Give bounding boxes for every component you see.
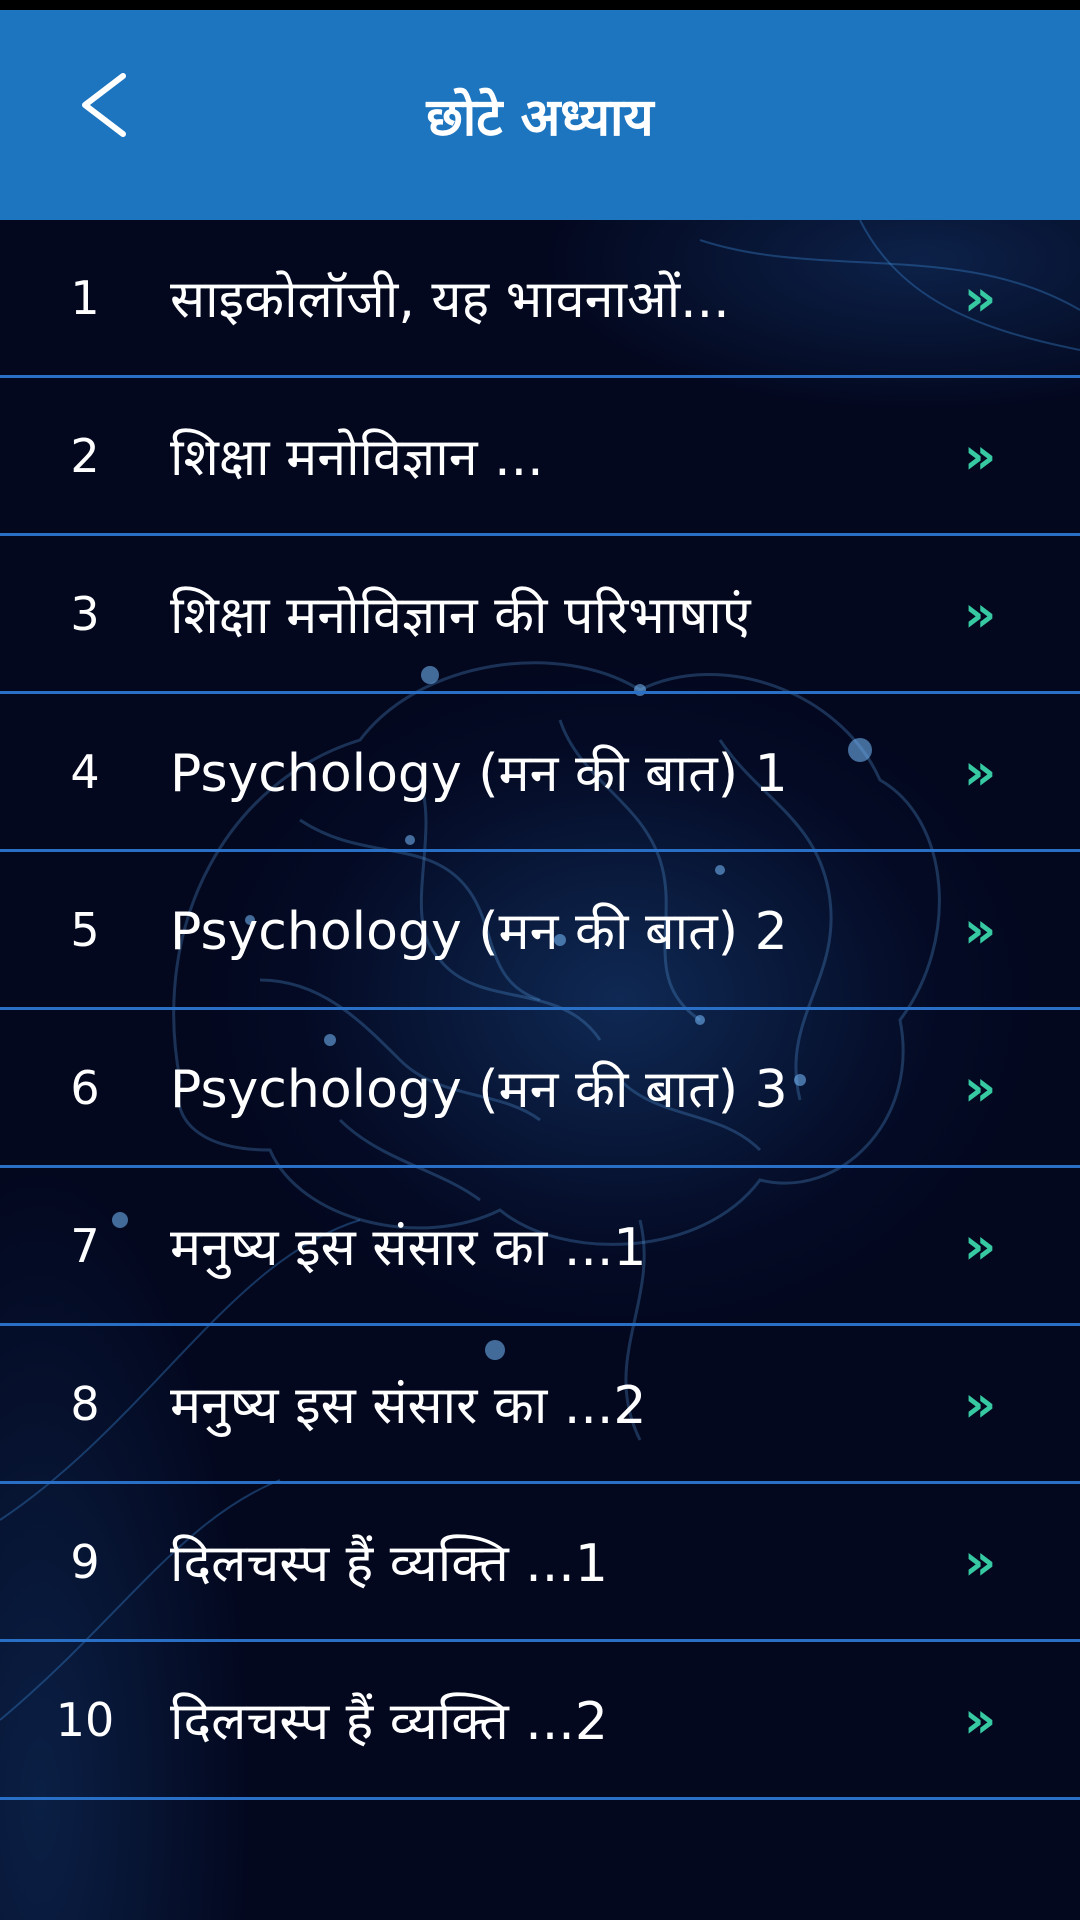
chapter-title: दिलचस्प हैं व्यक्ति ...1 xyxy=(170,1534,608,1594)
double-chevron-right-icon: » xyxy=(963,1216,997,1275)
chapter-title: शिक्षा मनोविज्ञान की परिभाषाएं xyxy=(170,586,751,646)
chapter-number: 5 xyxy=(70,902,100,957)
double-chevron-right-icon: » xyxy=(963,268,997,327)
chapter-title: दिलचस्प हैं व्यक्ति ...2 xyxy=(170,1692,608,1752)
double-chevron-right-icon: » xyxy=(963,1532,997,1591)
chapter-number: 7 xyxy=(70,1218,100,1273)
chapter-title: मनुष्य इस संसार का ...1 xyxy=(170,1218,647,1278)
chapter-number: 10 xyxy=(55,1692,115,1747)
chapter-title: Psychology (मन की बात) 2 xyxy=(170,902,788,962)
app-bar xyxy=(0,10,1080,220)
chapter-number: 8 xyxy=(70,1376,100,1431)
back-button[interactable] xyxy=(60,60,150,150)
chapter-number: 9 xyxy=(70,1534,100,1589)
list-item[interactable]: 2 शिक्षा मनोविज्ञान ... » xyxy=(0,378,1080,536)
double-chevron-right-icon: » xyxy=(963,584,997,643)
chapter-list: 1 साइकोलॉजी, यह भावनाओं... » 2 शिक्षा मन… xyxy=(0,220,1080,1920)
list-item[interactable]: 10 दिलचस्प हैं व्यक्ति ...2 » xyxy=(0,1642,1080,1800)
double-chevron-right-icon: » xyxy=(963,1058,997,1117)
list-item[interactable]: 3 शिक्षा मनोविज्ञान की परिभाषाएं » xyxy=(0,536,1080,694)
list-item[interactable]: 7 मनुष्य इस संसार का ...1 » xyxy=(0,1168,1080,1326)
double-chevron-right-icon: » xyxy=(963,742,997,801)
chapter-title: शिक्षा मनोविज्ञान ... xyxy=(170,428,544,488)
chapter-title: Psychology (मन की बात) 1 xyxy=(170,744,788,804)
chapter-title: साइकोलॉजी, यह भावनाओं... xyxy=(170,270,730,330)
chapter-number: 3 xyxy=(70,586,100,641)
list-item[interactable]: 6 Psychology (मन की बात) 3 » xyxy=(0,1010,1080,1168)
double-chevron-right-icon: » xyxy=(963,1374,997,1433)
chapter-title: Psychology (मन की बात) 3 xyxy=(170,1060,788,1120)
chapter-number: 2 xyxy=(70,428,100,483)
back-arrow-icon xyxy=(82,73,126,137)
double-chevron-right-icon: » xyxy=(963,900,997,959)
chapter-number: 4 xyxy=(70,744,100,799)
list-item[interactable]: 1 साइकोलॉजी, यह भावनाओं... » xyxy=(0,220,1080,378)
chapter-number: 1 xyxy=(70,270,100,325)
chapter-number: 6 xyxy=(70,1060,100,1115)
screen: छोटे अध्याय 1 साइकोलॉजी, यह भावनाओं... »… xyxy=(0,0,1080,1920)
list-item[interactable]: 5 Psychology (मन की बात) 2 » xyxy=(0,852,1080,1010)
status-bar xyxy=(0,0,1080,10)
chapter-title: मनुष्य इस संसार का ...2 xyxy=(170,1376,647,1436)
double-chevron-right-icon: » xyxy=(963,426,997,485)
list-item[interactable]: 11 » xyxy=(0,1800,1080,1920)
list-item[interactable]: 8 मनुष्य इस संसार का ...2 » xyxy=(0,1326,1080,1484)
double-chevron-right-icon: » xyxy=(963,1690,997,1749)
list-item[interactable]: 9 दिलचस्प हैं व्यक्ति ...1 » xyxy=(0,1484,1080,1642)
list-item[interactable]: 4 Psychology (मन की बात) 1 » xyxy=(0,694,1080,852)
